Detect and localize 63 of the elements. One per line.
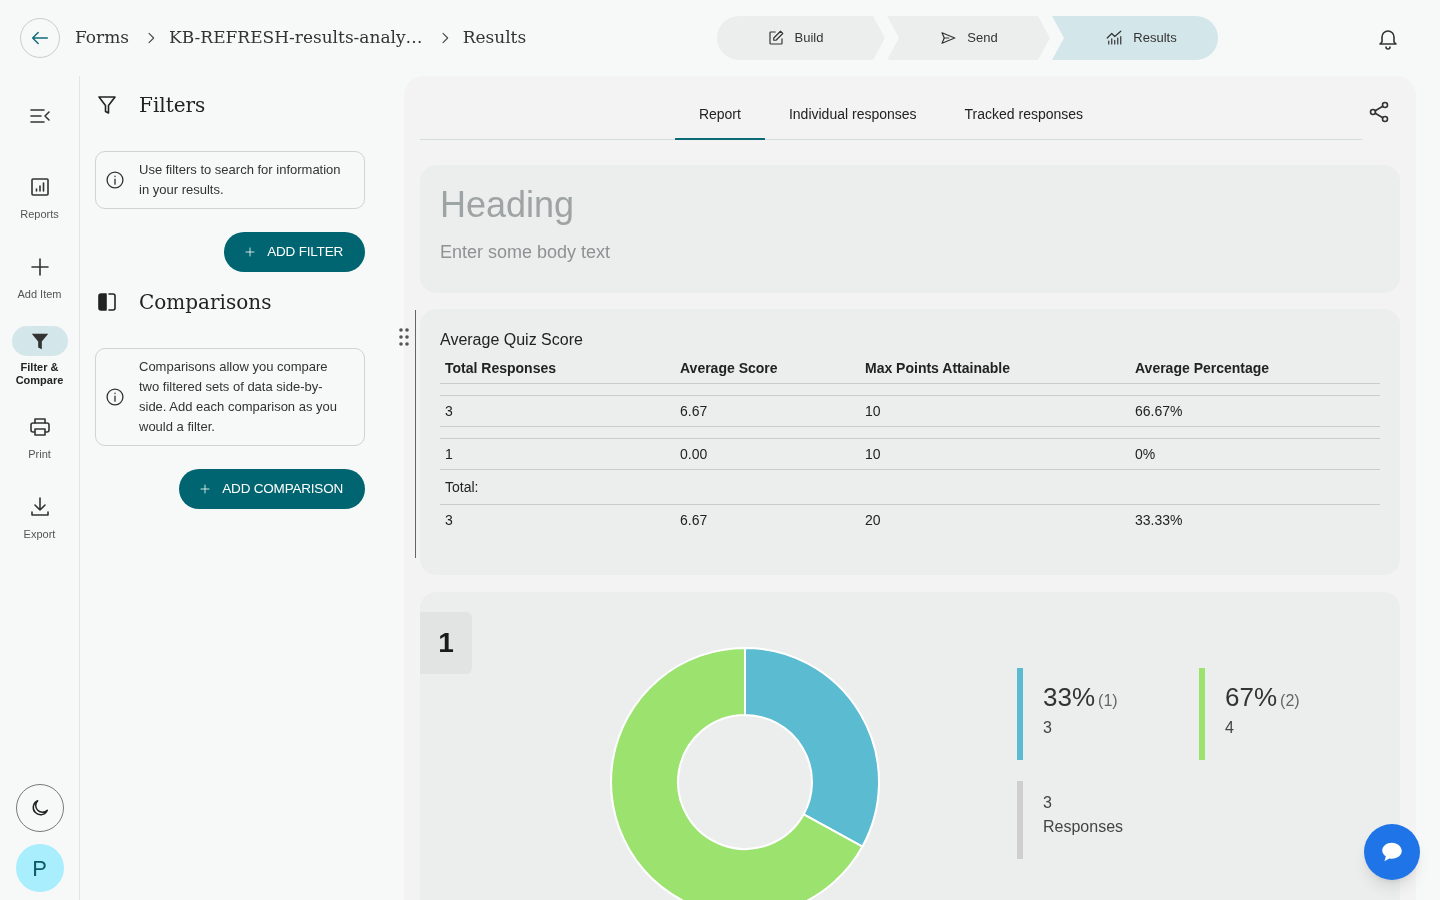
column-header: Average Score — [679, 359, 779, 378]
table-cell-text: 6.67 — [679, 511, 709, 530]
info-text: Comparisons allow you compare two filtered sets of data side-by-side. Add each comparison as you would a filter. — [139, 358, 338, 436]
funnel-icon — [95, 93, 119, 117]
drag-handle-icon[interactable] — [399, 328, 409, 346]
step-tab[interactable]: Send — [887, 16, 1050, 60]
table-cell-text: 3 — [444, 511, 454, 530]
section-title: Comparisons — [139, 289, 272, 316]
plus-icon — [199, 483, 212, 495]
section-title: Filters — [139, 92, 206, 119]
table-cell-text: 3 — [444, 402, 454, 421]
nav-item[interactable]: Add Item — [0, 252, 79, 301]
breadcrumb-link[interactable]: Forms — [75, 25, 130, 51]
tab[interactable]: Individual responses — [764, 88, 941, 140]
step-tab[interactable]: Build — [717, 16, 885, 60]
column-header: Total Responses — [444, 359, 557, 378]
printer-icon — [27, 415, 52, 439]
add-button[interactable]: ADD FILTER — [224, 232, 365, 272]
table-cell-text: 10 — [864, 402, 882, 421]
total-count: 3 — [1043, 793, 1053, 813]
nav-item[interactable]: Export — [0, 492, 79, 541]
legend-percent: 67% — [1225, 682, 1278, 712]
nav-item[interactable]: Reports — [0, 172, 79, 221]
column-header: Max Points Attainable — [864, 359, 1011, 378]
chart-icon — [1105, 29, 1124, 47]
avatar[interactable]: P — [15, 844, 64, 892]
table-cell-text: 0.00 — [679, 445, 709, 464]
body-text: Enter some body text — [440, 241, 612, 264]
add-button[interactable]: ADD COMPARISON — [179, 469, 365, 509]
table-cell-text: 6.67 — [679, 402, 709, 421]
legend-count: (2) — [1280, 691, 1300, 711]
send-icon — [939, 29, 958, 47]
plus-icon — [244, 246, 257, 258]
info-icon — [105, 170, 125, 190]
heading-text: Heading — [440, 183, 576, 227]
table-title: Average Quiz Score — [440, 330, 584, 350]
table-cell-text: 20 — [864, 511, 882, 530]
table-cell-text: 33.33% — [1134, 511, 1184, 530]
table-cell-text: 0% — [1134, 445, 1157, 464]
breadcrumb-link[interactable]: KB-REFRESH-results-analy… — [169, 25, 423, 51]
breadcrumb-current: Results — [462, 26, 527, 50]
share-icon[interactable] — [1367, 100, 1391, 124]
legend-count: (1) — [1098, 691, 1118, 711]
compare-icon — [95, 290, 119, 314]
edit-icon — [766, 29, 785, 47]
legend-percent: 33% — [1043, 682, 1096, 712]
table-cell-text: 1 — [444, 445, 454, 464]
tab[interactable]: Report — [674, 88, 765, 140]
table-cell-text: 66.67% — [1134, 402, 1184, 421]
legend-label: 4 — [1225, 718, 1235, 738]
total-label: Responses — [1043, 817, 1124, 837]
tab[interactable]: Tracked responses — [940, 88, 1108, 140]
info-icon — [105, 387, 125, 407]
nav-item[interactable]: Print — [0, 412, 79, 461]
step-tab[interactable]: Results — [1052, 16, 1218, 60]
column-header: Average Percentage — [1134, 359, 1271, 378]
table-cell-text: 10 — [864, 445, 882, 464]
funnel-icon — [11, 326, 68, 356]
info-text: Use filters to search for information in your results. — [139, 161, 342, 199]
total-label: Total: — [444, 479, 480, 495]
legend-label: 3 — [1043, 718, 1053, 738]
nav-item[interactable]: Filter & Compare — [0, 326, 79, 387]
question-number: 1 — [420, 612, 472, 674]
